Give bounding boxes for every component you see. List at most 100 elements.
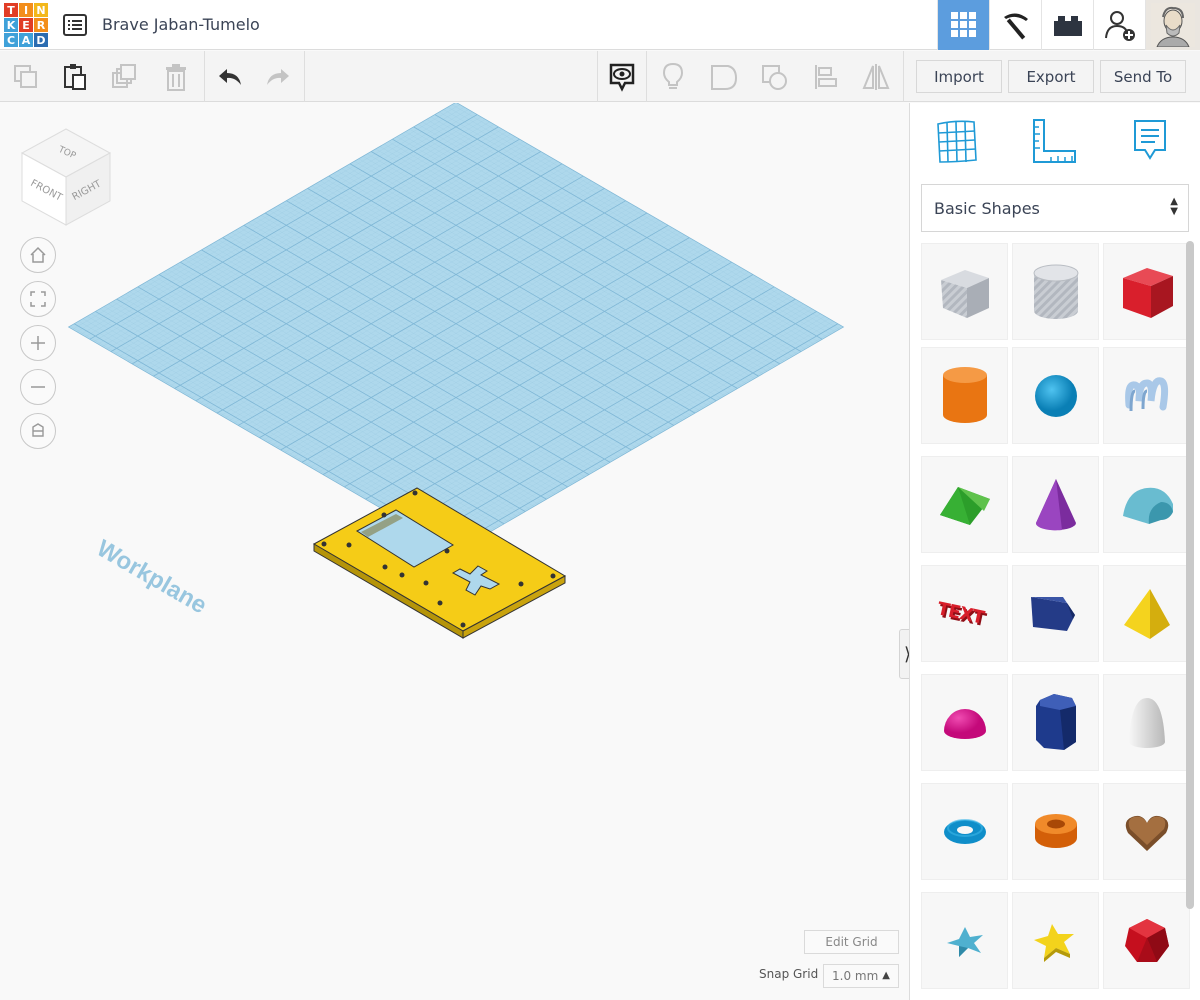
shape-tile-pyramid[interactable] (1103, 565, 1190, 662)
home-icon (30, 246, 46, 263)
ruler-icon (1033, 119, 1076, 163)
user-avatar[interactable] (1145, 0, 1200, 50)
align-button[interactable] (802, 51, 850, 102)
workplane-label: Workplane (92, 535, 211, 620)
icosahedron-icon (1124, 918, 1169, 962)
workplane-scene[interactable]: Workplane (0, 103, 908, 1000)
panel-scrollbar[interactable] (1186, 241, 1194, 909)
duplicate-icon (112, 63, 136, 88)
projection-toggle-button[interactable] (20, 413, 56, 449)
duplicate-button[interactable] (101, 51, 149, 102)
shape-tile-polygon-shape[interactable] (1012, 565, 1099, 662)
fit-all-icon (30, 291, 46, 307)
perspective-icon (32, 423, 44, 437)
shape-tile-sphere[interactable] (1012, 347, 1099, 444)
undo-arrow-icon (219, 68, 241, 85)
shape-tile-box[interactable] (1103, 243, 1190, 340)
ungroup-button[interactable] (751, 51, 799, 102)
mirror-icon (862, 63, 890, 90)
paste-button[interactable] (51, 51, 99, 102)
send-to-button[interactable]: Send To (1100, 60, 1186, 93)
shape-tile-roof[interactable] (921, 456, 1008, 553)
cylinder-hole-icon (1033, 264, 1078, 319)
caret-up-icon: ▲ (882, 970, 890, 981)
copy-icon (14, 64, 37, 88)
bricks-mode-button[interactable] (1041, 0, 1093, 50)
grid-view-button[interactable] (932, 117, 980, 165)
shape-tile-scribble[interactable] (1103, 347, 1190, 444)
snap-grid-select[interactable]: 1.0 mm ▲ (823, 964, 899, 988)
snap-grid-value: 1.0 mm (832, 969, 879, 983)
3d-design-mode-button[interactable] (937, 0, 989, 50)
3d-grid-icon (950, 12, 976, 37)
cone-icon (1035, 478, 1076, 530)
shape-tile-cylinder[interactable] (921, 347, 1008, 444)
tinkercad-logo[interactable]: TIN KER CAD (4, 3, 48, 47)
eye-bubble-icon (609, 63, 635, 92)
design-list-icon[interactable] (63, 13, 87, 37)
shape-category-select[interactable]: Basic Shapes ▲ ▼ (921, 184, 1189, 232)
svg-text:TEXT: TEXT (935, 598, 987, 629)
shape-tile-round-roof[interactable] (1103, 456, 1190, 553)
logo-letter: C (4, 33, 18, 47)
minus-icon (31, 386, 45, 388)
shape-tile-polygon[interactable] (1012, 674, 1099, 771)
import-button[interactable]: Import (916, 60, 1002, 93)
roof-icon (939, 486, 990, 525)
shape-tile-star[interactable] (921, 892, 1008, 989)
copy-button[interactable] (2, 51, 50, 102)
invite-user-button[interactable] (1093, 0, 1145, 50)
paraboloid-icon (1128, 697, 1165, 748)
logo-letter: K (4, 18, 18, 32)
align-icon (815, 64, 837, 89)
text-shape-icon: TEXT TEXT (935, 598, 988, 631)
undo-button[interactable] (206, 51, 254, 102)
heart-icon (1125, 815, 1168, 851)
select-arrows-icon: ▲ ▼ (1170, 196, 1178, 217)
shape-tile-cylinder-hole[interactable] (1012, 243, 1099, 340)
mirror-button[interactable] (852, 51, 900, 102)
redo-button[interactable] (254, 51, 302, 102)
logo-letter: E (19, 18, 33, 32)
shape-tile-tube[interactable] (1012, 783, 1099, 880)
workplane-grid-icon (937, 120, 977, 163)
fit-view-button[interactable] (20, 281, 56, 317)
export-button[interactable]: Export (1008, 60, 1094, 93)
shape-tile-heart[interactable] (1103, 783, 1190, 880)
3d-viewport[interactable]: Workplane TOP FRONT RIGHT ⟩ Edit Grid Sn… (0, 103, 916, 1000)
view-cube[interactable]: TOP FRONT RIGHT (18, 125, 114, 229)
shape-tile-half-sphere[interactable] (921, 674, 1008, 771)
box-icon (1122, 267, 1173, 318)
pyramid-icon (1123, 588, 1170, 639)
add-user-icon (1104, 11, 1135, 41)
star-icon (946, 926, 983, 957)
cylinder-icon (942, 366, 987, 423)
group-button[interactable] (700, 51, 748, 102)
shape-tile-icosahedron[interactable] (1103, 892, 1190, 989)
home-view-button[interactable] (20, 237, 56, 273)
polygon-shape-icon (1030, 596, 1075, 631)
shape-tile-torus[interactable] (921, 783, 1008, 880)
ruler-button[interactable] (1030, 117, 1078, 165)
half-sphere-icon (943, 708, 986, 739)
shape-tile-paraboloid[interactable] (1103, 674, 1190, 771)
shape-tile-cone[interactable] (1012, 456, 1099, 553)
edit-grid-button[interactable]: Edit Grid (804, 930, 899, 954)
pickaxe-icon (1003, 13, 1028, 40)
box-hole-icon (940, 269, 989, 318)
show-all-button[interactable] (597, 51, 647, 102)
notes-button[interactable] (649, 51, 697, 102)
lightbulb-icon (662, 62, 684, 89)
blocks-mode-button[interactable] (989, 0, 1041, 50)
snap-grid-label: Snap Grid (759, 967, 819, 981)
shape-tile-star-yellow[interactable] (1012, 892, 1099, 989)
plus-icon (31, 336, 45, 350)
zoom-out-button[interactable] (20, 369, 56, 405)
shape-tile-text[interactable]: TEXT TEXT (921, 565, 1008, 662)
notes-panel-button[interactable] (1126, 117, 1174, 165)
design-name[interactable]: Brave Jaban-Tumelo (102, 15, 260, 34)
shape-tile-box-hole[interactable] (921, 243, 1008, 340)
delete-button[interactable] (152, 51, 200, 102)
zoom-in-button[interactable] (20, 325, 56, 361)
toolbar: Import Export Send To (0, 51, 1200, 102)
